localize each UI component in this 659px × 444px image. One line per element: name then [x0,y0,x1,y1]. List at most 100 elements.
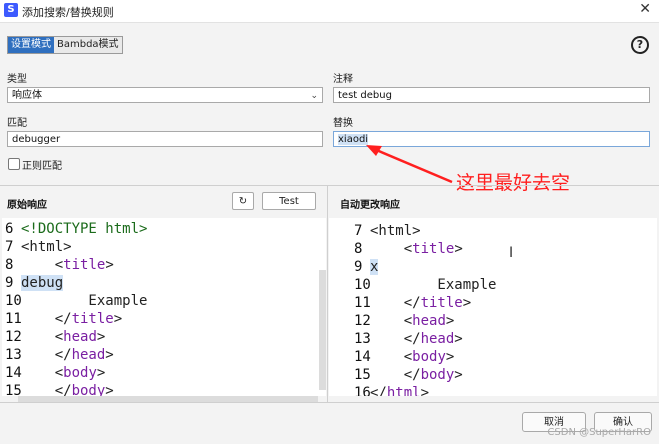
code-token: </ [370,295,421,311]
mode-settings-button[interactable]: 设置模式 [8,37,54,53]
line-number: 13 [354,331,371,347]
line-number: 9 [5,275,14,291]
refresh-icon: ↻ [238,196,248,207]
type-label: 类型 [7,74,27,85]
code-token: title [420,295,463,311]
line-number: 7 [354,223,363,239]
comment-value: test debug [338,90,392,101]
code-token: > [105,383,114,396]
window-title: 添加搜索/替换规则 [22,6,114,19]
test-button[interactable]: Test [262,192,316,210]
panes-top-divider [0,185,659,186]
code-token: < [21,257,64,273]
code-token: <html> [21,239,72,255]
code-line: 14 <body> [5,364,147,382]
code-line: 8 <title> [5,256,147,274]
left-code-lines: 6 <!DOCTYPE html> 7 <html> 8 <title> 9 debug 10… [5,220,147,396]
code-line: 14 <body> [354,348,496,366]
match-input[interactable]: debugger [7,131,323,147]
line-number: 6 [5,221,14,237]
right-pane-title: 自动更改响应 [340,200,400,211]
code-token: > [113,311,123,327]
code-token: > [445,313,455,329]
code-token: > [96,365,106,381]
code-token: title [412,241,455,257]
code-token: body [412,349,446,365]
type-select[interactable]: 响应体 ⌄ [7,87,323,103]
code-token: > [105,257,114,273]
footer-divider [0,402,659,403]
code-token: > [454,241,463,257]
mode-bambda-button[interactable]: Bambda模式 [54,37,122,53]
replace-label: 替换 [333,118,353,129]
code-token: head [420,331,455,347]
code-token: head [63,329,97,345]
code-token: head [412,313,446,329]
code-line: 9x [354,258,496,276]
line-number: 15 [5,383,22,396]
annotation-arrow [366,145,453,184]
code-token: < [21,329,64,345]
code-token: title [71,311,114,327]
code-token: </ [370,331,421,347]
left-code-editor[interactable]: 6 <!DOCTYPE html> 7 <html> 8 <title> 9 debug 10… [2,218,326,396]
pane-splitter[interactable] [327,186,328,402]
code-token: head [71,347,106,363]
code-line: 15 </body> [5,382,147,396]
code-token: Example [21,293,148,309]
line-number: 7 [5,239,14,255]
match-label: 匹配 [7,118,27,129]
code-line: 15 </body> [354,366,496,384]
refresh-button[interactable]: ↻ [232,192,254,210]
line-number: 11 [354,295,371,311]
mode-toggle: 设置模式 Bambda模式 [7,36,123,54]
line-number: 9 [354,259,363,275]
match-value: debugger [12,134,61,145]
regex-label: 正则匹配 [22,161,62,172]
line-number: 12 [354,313,371,329]
left-vertical-scrollbar[interactable] [319,270,326,390]
code-token: <html> [370,223,421,239]
app-logo-icon: S [4,3,18,17]
left-pane-title: 原始响应 [7,200,47,211]
close-icon[interactable]: ✕ [639,1,651,17]
code-token: <!DOCTYPE html> [21,221,148,237]
code-line: 7 <html> [354,222,496,240]
code-token: debug [21,275,64,291]
code-line: 10 Example [5,292,147,310]
code-line: 8 <title> [354,240,496,258]
code-token: < [21,365,64,381]
line-number: 14 [354,349,371,365]
line-number: 16 [354,385,371,396]
code-token: </ [21,311,72,327]
code-token: </ [370,367,421,383]
code-token: < [370,313,413,329]
line-number: 8 [5,257,14,273]
help-icon[interactable]: ? [631,36,649,54]
code-token: </ [370,385,387,396]
regex-checkbox[interactable] [8,158,20,170]
code-token: > [420,385,430,396]
code-token: < [370,349,413,365]
chevron-down-icon: ⌄ [310,91,318,101]
code-token: > [454,331,463,347]
code-line: 12 <head> [354,312,496,330]
code-token: </ [21,347,72,363]
line-number: 10 [5,293,22,309]
code-token: body [420,367,455,383]
line-number: 13 [5,347,22,363]
code-line: 11 </title> [354,294,496,312]
code-token: Example [370,277,497,293]
comment-input[interactable]: test debug [333,87,650,103]
code-line: 13 </head> [354,330,496,348]
type-select-value: 响应体 [12,90,42,101]
code-token: > [454,367,463,383]
right-code-lines: 7 <html> 8 <title> 9 x 10 Example 11 </title> 1… [354,222,496,396]
code-line: 11 </title> [5,310,147,328]
code-token: > [105,347,114,363]
code-token: html [386,385,421,396]
right-code-editor[interactable]: 7 <html> 8 <title> 9 x 10 Example 11 </title> 1… [329,218,657,396]
code-token: > [462,295,472,311]
code-line: 7 <html> [5,238,147,256]
line-number: 12 [5,329,22,345]
